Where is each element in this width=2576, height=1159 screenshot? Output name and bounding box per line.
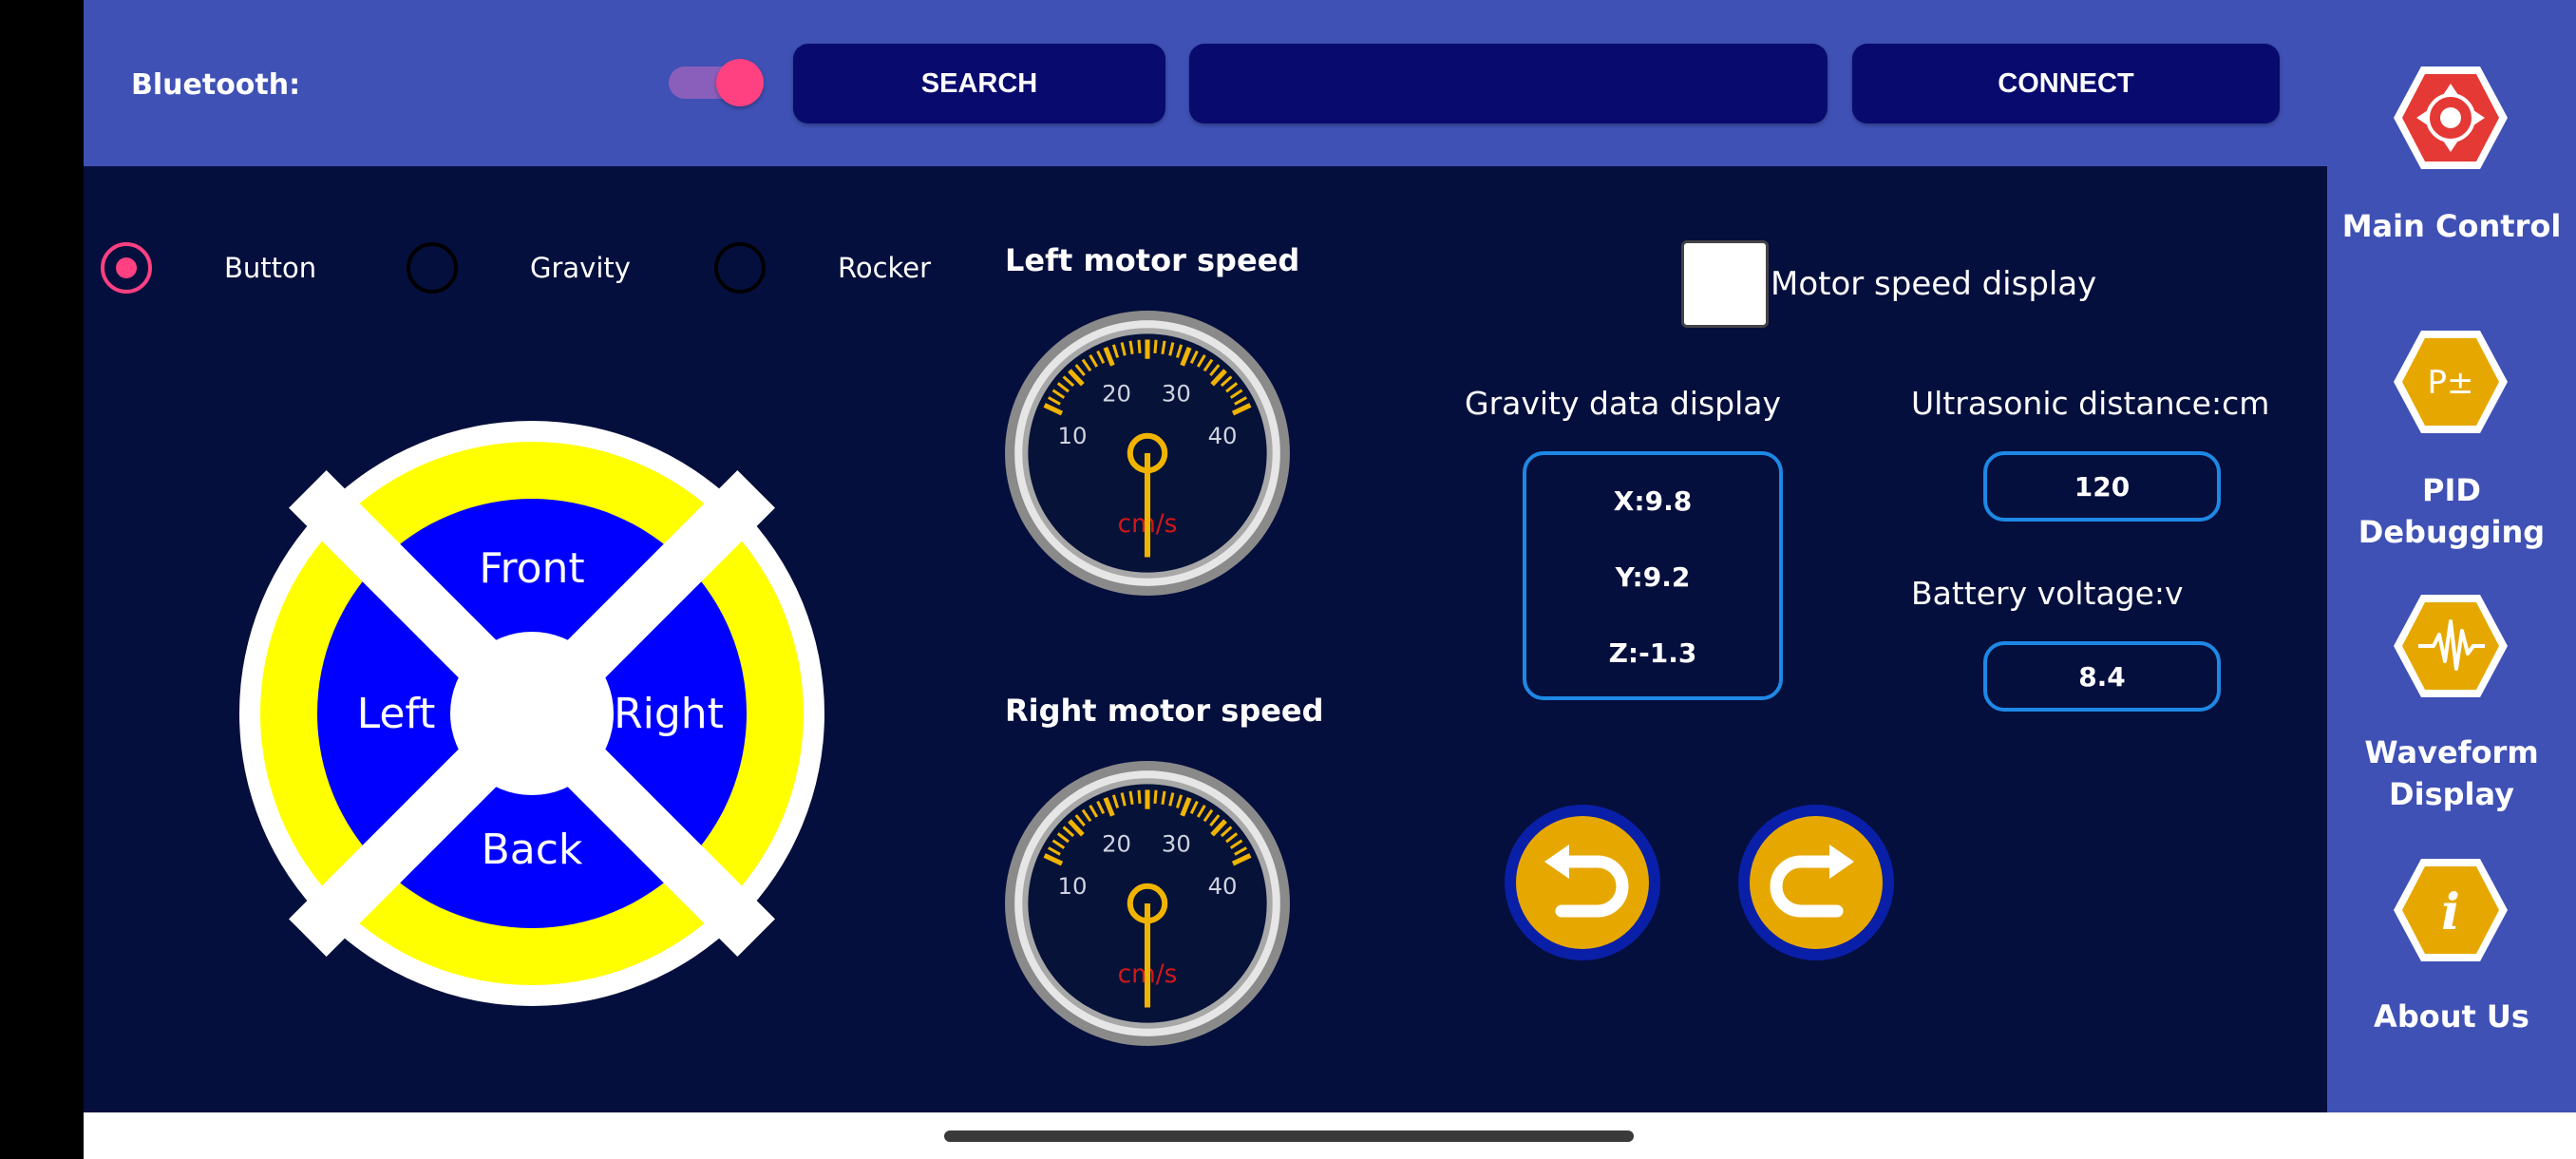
radio-label-button: Button	[224, 252, 317, 284]
battery-title: Battery voltage:v	[1911, 575, 2184, 612]
dpad-left-label: Left	[357, 690, 436, 738]
dpad-front-label: Front	[479, 544, 584, 593]
side-navigation: Main Control P± PID Debugging Waveform D…	[2327, 0, 2576, 1112]
main-control-panel: Button Gravity Rocker Front Left Right B…	[84, 166, 2327, 1112]
gauge-tick-label: 40	[1208, 872, 1238, 900]
toggle-thumb	[716, 59, 764, 106]
battery-value: 8.4	[1983, 641, 2221, 712]
gauge-tick-label: 20	[1102, 379, 1131, 407]
gauge-tick-label: 40	[1208, 422, 1238, 449]
gauge-tick	[1153, 339, 1158, 354]
radio-button-mode[interactable]	[101, 242, 152, 294]
gauge-tick	[1137, 789, 1142, 805]
right-motor-title: Right motor speed	[1005, 693, 1324, 729]
gauge-tick	[1137, 339, 1142, 354]
device-field[interactable]	[1189, 44, 1828, 124]
gauge-tick-label: 30	[1162, 829, 1191, 857]
gravity-y: Y:9.2	[1615, 561, 1691, 593]
gravity-z: Z:-1.3	[1608, 637, 1697, 669]
connect-button[interactable]: CONNECT	[1852, 44, 2280, 124]
rotate-left-button[interactable]	[1503, 803, 1662, 962]
left-motor-gauge: 10 20 30 40 cm/s	[1005, 311, 1290, 596]
nav-label: PID Debugging	[2358, 472, 2546, 550]
radio-rocker-mode[interactable]	[714, 242, 766, 294]
gauge-tick-label: 10	[1057, 872, 1087, 900]
dpad-right-label: Right	[614, 690, 724, 738]
gauge-tick	[1161, 790, 1166, 806]
nav-label: About Us	[2374, 998, 2529, 1035]
gravity-data-box: X:9.8 Y:9.2 Z:-1.3	[1523, 451, 1783, 700]
gravity-x: X:9.8	[1613, 485, 1693, 517]
waveform-icon	[2394, 595, 2508, 697]
gauge-tick	[1153, 789, 1158, 805]
bluetooth-bar: Bluetooth: SEARCH CONNECT	[84, 0, 2327, 166]
nav-label: Waveform Display	[2364, 734, 2539, 812]
radio-label-rocker: Rocker	[838, 252, 932, 284]
gauge-tick-label: 30	[1162, 379, 1191, 407]
nav-label: Main Control	[2341, 208, 2562, 244]
dpad-icon	[2394, 66, 2508, 169]
ultrasonic-title: Ultrasonic distance:cm	[1911, 385, 2270, 422]
home-indicator[interactable]	[944, 1130, 1634, 1142]
gauge-tick-label: 10	[1057, 422, 1087, 449]
radio-label-gravity: Gravity	[530, 252, 631, 284]
gauge-tick	[1161, 340, 1166, 355]
ultrasonic-value: 120	[1983, 451, 2221, 522]
pid-icon: P±	[2394, 331, 2508, 433]
svg-text:P±: P±	[2428, 364, 2474, 402]
search-button[interactable]: SEARCH	[793, 44, 1165, 124]
gauge-tick	[1128, 790, 1134, 806]
svg-text:i: i	[2441, 884, 2460, 941]
rotate-right-button[interactable]	[1736, 803, 1896, 962]
dpad-back-label: Back	[482, 826, 583, 874]
gauge-tick-label: 20	[1102, 829, 1131, 857]
bluetooth-toggle[interactable]	[669, 59, 764, 106]
direction-pad: Front Left Right Back	[239, 421, 824, 1006]
gauge-tick	[1128, 340, 1134, 355]
gravity-title: Gravity data display	[1465, 385, 1782, 422]
motor-speed-checkbox[interactable]	[1681, 240, 1769, 328]
app-window: Bluetooth: SEARCH CONNECT Button Gravity…	[84, 0, 2576, 1159]
radio-gravity-mode[interactable]	[407, 242, 458, 294]
bluetooth-label: Bluetooth:	[131, 68, 301, 102]
right-motor-gauge: 10 20 30 40 cm/s	[1005, 761, 1290, 1046]
motor-speed-display-label: Motor speed display	[1771, 265, 2097, 303]
info-icon: i	[2394, 859, 2508, 961]
left-motor-title: Left motor speed	[1005, 242, 1300, 278]
